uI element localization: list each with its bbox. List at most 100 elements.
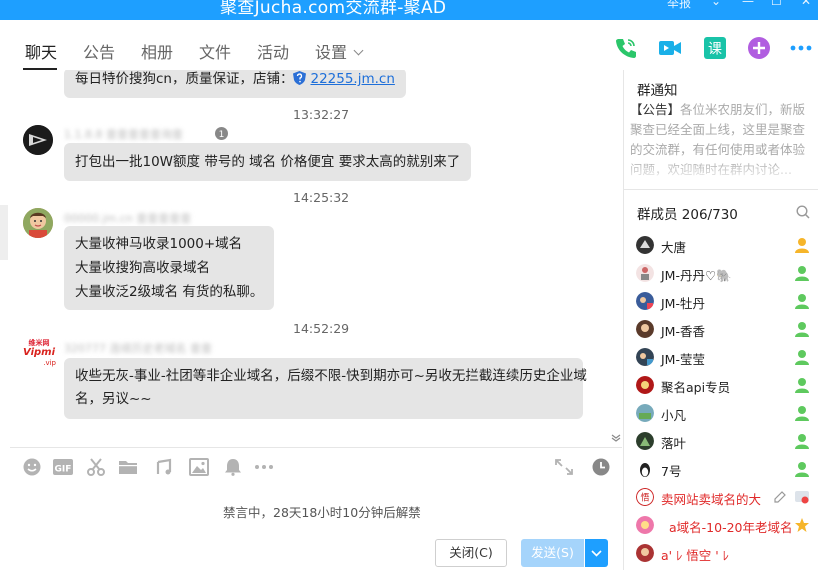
expand-icon[interactable] xyxy=(554,458,574,476)
level-badge-icon: 1 xyxy=(215,127,228,140)
member-name: a域名-10-20年老域名 xyxy=(669,520,793,535)
class-icon[interactable]: 课 xyxy=(703,37,727,59)
member-name: 聚名api专员 xyxy=(661,380,731,395)
member-item[interactable]: 落叶 xyxy=(624,427,818,455)
member-badge-icon xyxy=(795,434,809,449)
music-icon[interactable] xyxy=(154,458,174,476)
sender-nickname: 00000.jm.cn 查查查查查 xyxy=(64,212,192,225)
tab-chat[interactable]: 聊天 xyxy=(25,39,57,63)
avatar xyxy=(636,264,654,282)
admin-badge-icon xyxy=(795,491,809,504)
member-item[interactable]: a' ﾚ 悟空 ' ﾚ xyxy=(624,539,818,567)
member-item[interactable]: 小凡 xyxy=(624,399,818,427)
shield-icon xyxy=(293,71,307,85)
avatar-logo-icon xyxy=(23,125,53,155)
send-options-button[interactable] xyxy=(585,539,608,567)
timestamp: 13:32:27 xyxy=(293,107,350,122)
tab-announcement[interactable]: 公告 xyxy=(83,39,115,63)
more-tools-icon[interactable] xyxy=(254,458,274,476)
member-name: 大唐 xyxy=(661,240,687,255)
left-scroll-strip xyxy=(0,205,8,260)
sender-nickname: 1.1.8.8 查查查查查询查 xyxy=(64,128,183,141)
message-bubble: 每日特价搜狗cn，质量保证，店铺： 22255.jm.cn xyxy=(64,70,406,98)
video-call-icon[interactable] xyxy=(658,37,682,59)
member-item[interactable]: 聚名api专员 xyxy=(624,371,818,399)
group-members-title: 群成员 206/730 xyxy=(637,207,738,223)
message-line: 名，另议~~ xyxy=(75,391,152,407)
sender-nickname: 320777 连续历史老域名 查查 xyxy=(64,342,212,355)
member-item[interactable]: JM-莹莹 xyxy=(624,343,818,371)
bell-icon[interactable] xyxy=(223,458,243,476)
store-link[interactable]: 22255.jm.cn xyxy=(310,71,394,87)
more-icon[interactable] xyxy=(789,37,813,59)
member-name: a' ﾚ 悟空 ' ﾚ xyxy=(661,548,729,563)
timestamp: 14:25:32 xyxy=(293,190,350,205)
svg-text:1: 1 xyxy=(219,130,225,140)
history-clock-icon[interactable] xyxy=(591,458,611,476)
avatar xyxy=(636,376,654,394)
chat-history[interactable]: 每日特价搜狗cn，质量保证，店铺： 22255.jm.cn 13:32:27 1.… xyxy=(10,70,622,448)
message-line: 大量收搜狗高收录域名 xyxy=(75,260,210,276)
gif-icon[interactable]: GIF xyxy=(53,458,73,476)
logo-line: Vipmi xyxy=(23,347,55,358)
message-line: 大量收泛2级域名 有货的私聊。 xyxy=(75,284,264,300)
image-icon[interactable] xyxy=(189,458,209,476)
member-item[interactable]: JM-香香 xyxy=(624,315,818,343)
close-button[interactable]: 关闭(C) xyxy=(435,539,507,567)
avatar[interactable] xyxy=(23,125,53,155)
avatar xyxy=(636,404,654,422)
notice-fade xyxy=(624,160,818,184)
emoji-icon[interactable] xyxy=(22,458,42,476)
member-badge-icon xyxy=(795,462,809,477)
avatar xyxy=(636,460,654,478)
minimize-button[interactable]: — xyxy=(742,0,754,8)
dropdown-button[interactable]: ⌄ xyxy=(711,0,721,8)
member-name: 小凡 xyxy=(661,408,687,423)
message-bubble: 收些无灰-事业-社团等非企业域名，后缀不限-快到期亦可~另收无拦截连续历史企业域… xyxy=(64,358,587,419)
avatar xyxy=(636,516,654,534)
avatar[interactable] xyxy=(23,208,53,238)
avatar xyxy=(636,292,654,310)
member-name: JM-牡丹 xyxy=(661,296,705,311)
tab-files[interactable]: 文件 xyxy=(199,39,231,63)
member-name: 落叶 xyxy=(661,436,687,451)
avatar-person-icon xyxy=(23,208,53,238)
member-item[interactable]: 悟 卖网站卖域名的大 xyxy=(624,483,818,511)
close-window-button[interactable]: ✕ xyxy=(801,0,811,8)
message-bubble: 大量收神马收录1000+域名 大量收搜狗高收录域名 大量收泛2级域名 有货的私聊… xyxy=(64,226,275,310)
avatar xyxy=(636,348,654,366)
phone-icon[interactable] xyxy=(614,37,638,59)
member-name: JM-丹丹♡🐘 xyxy=(661,268,732,283)
member-item[interactable]: JM-牡丹 xyxy=(624,287,818,315)
input-divider xyxy=(10,447,622,448)
avatar: 悟 xyxy=(636,488,654,506)
send-button[interactable]: 发送(S) xyxy=(521,539,584,567)
scroll-to-bottom-icon[interactable] xyxy=(610,433,622,443)
search-icon[interactable] xyxy=(796,205,810,219)
member-item[interactable]: 7号 xyxy=(624,455,818,483)
add-app-icon[interactable] xyxy=(747,37,771,59)
folder-icon[interactable] xyxy=(118,458,138,476)
screenshot-scissors-icon[interactable] xyxy=(86,458,106,476)
tab-album[interactable]: 相册 xyxy=(141,39,173,63)
notice-label: 【公告】 xyxy=(630,102,681,117)
logo-line: .vip xyxy=(43,359,56,367)
avatar-vipmi-logo[interactable]: 维米网 Vipmi .vip xyxy=(22,338,56,370)
edit-icon[interactable] xyxy=(773,490,787,504)
member-name: JM-莹莹 xyxy=(661,352,705,367)
message-text: 每日特价搜狗cn，质量保证，店铺： xyxy=(75,71,294,87)
group-notice-title[interactable]: 群通知 xyxy=(637,79,678,99)
tab-activity[interactable]: 活动 xyxy=(257,39,289,63)
star-badge-icon xyxy=(795,518,809,532)
member-name: 7号 xyxy=(661,464,682,479)
maximize-button[interactable]: ☐ xyxy=(771,0,782,8)
avatar xyxy=(636,236,654,254)
member-item[interactable]: a域名-10-20年老域名 xyxy=(624,511,818,539)
report-button[interactable]: 举报 xyxy=(667,0,691,11)
member-name: 卖网站卖域名的大 xyxy=(661,492,762,507)
member-item[interactable]: JM-丹丹♡🐘 xyxy=(624,259,818,287)
member-badge-icon xyxy=(795,406,809,421)
svg-text:课: 课 xyxy=(708,42,722,58)
member-item[interactable]: 大唐 xyxy=(624,231,818,259)
tab-settings[interactable]: 设置 xyxy=(315,39,364,63)
